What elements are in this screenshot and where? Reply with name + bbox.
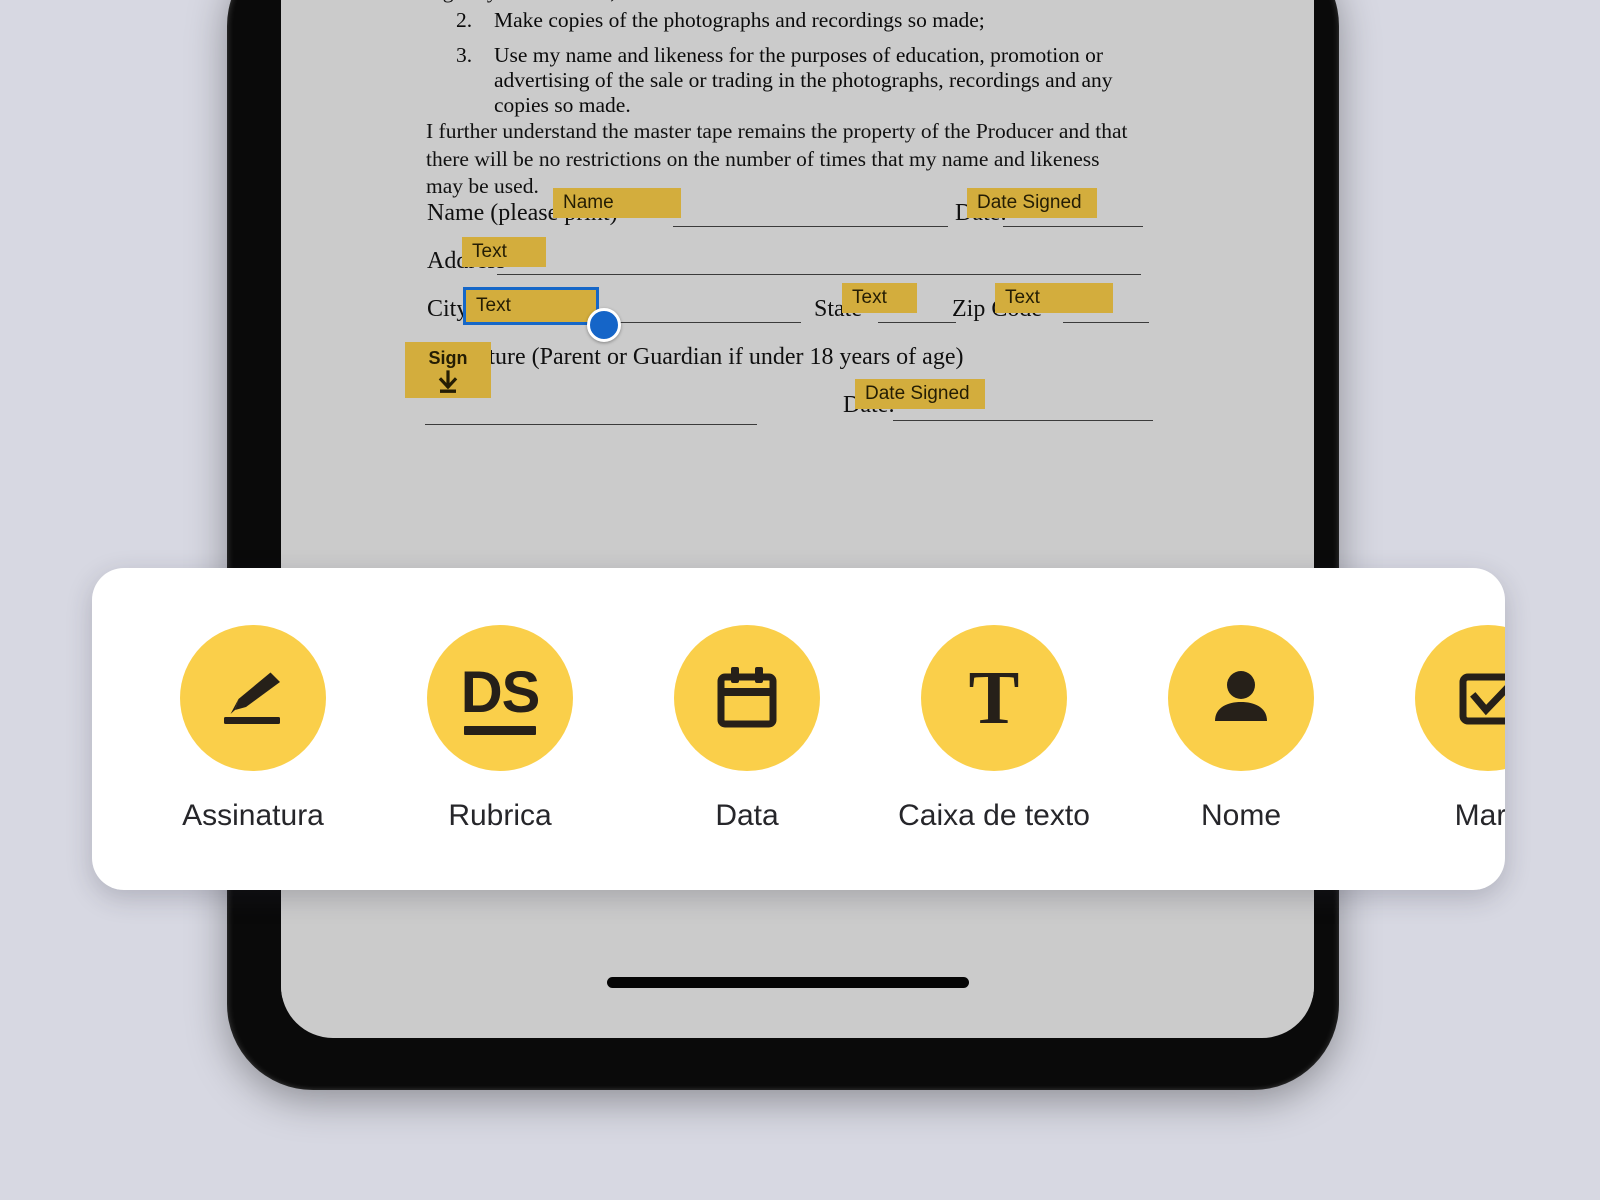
tool-label: Data <box>715 799 779 832</box>
field-line-name <box>673 226 948 227</box>
pen-signature-icon <box>224 672 280 724</box>
field-tag-city-selected[interactable]: Text <box>463 287 599 326</box>
field-tag-address[interactable]: Text <box>462 237 546 268</box>
tool-icon-circle: DS <box>427 625 573 771</box>
field-line-zip <box>1063 322 1149 323</box>
field-tag-sign[interactable]: Sign <box>405 342 491 398</box>
tool-item-assinatura[interactable]: Assinatura <box>166 625 340 833</box>
home-indicator <box>607 977 969 988</box>
list-item: 3. Use my name and likeness for the purp… <box>426 43 1116 118</box>
tool-item-nome[interactable]: Nome <box>1154 625 1328 833</box>
field-tag-state[interactable]: Text <box>842 283 917 314</box>
field-tag-sign-label: Sign <box>428 348 468 368</box>
tool-icon-circle: T <box>921 625 1067 771</box>
checkbox-check-icon <box>1459 673 1505 725</box>
list-item-text: Make copies of the photographs and recor… <box>494 8 985 32</box>
field-tag-zip[interactable]: Text <box>995 283 1113 314</box>
field-resize-handle[interactable] <box>587 308 621 342</box>
list-item-number: 2. <box>456 8 473 32</box>
tool-item-marcar[interactable]: Marc <box>1401 625 1505 833</box>
document-paragraph-continued: production mentioned above, whether by f… <box>426 0 1106 5</box>
field-tag-date-signed-1[interactable]: Date Signed <box>967 188 1097 219</box>
field-line-date-2 <box>893 420 1153 421</box>
field-tag-name[interactable]: Name <box>553 188 681 219</box>
field-line-signature <box>425 424 757 425</box>
tool-label: Nome <box>1200 799 1282 832</box>
list-item-number: 3. <box>456 43 473 67</box>
person-icon <box>1215 671 1267 721</box>
field-line-state <box>878 322 956 323</box>
tool-list[interactable]: Assinatura DS Rubrica Data T Caixa de te… <box>92 568 1505 890</box>
field-line-date-1 <box>1003 226 1143 227</box>
calendar-icon <box>717 667 777 728</box>
sign-down-arrow-icon <box>438 370 458 394</box>
tool-icon-circle <box>180 625 326 771</box>
tool-item-data[interactable]: Data <box>660 625 834 833</box>
tool-picker-sheet: Assinatura DS Rubrica Data T Caixa de te… <box>92 568 1505 890</box>
list-item-text: Use my name and likeness for the purpose… <box>494 43 1113 117</box>
text-box-icon: T <box>968 656 1020 740</box>
initials-underline-icon <box>464 726 536 735</box>
tool-label: Caixa de texto <box>898 799 1090 832</box>
initials-ds-icon: DS <box>460 660 541 725</box>
field-line-address <box>497 274 1141 275</box>
tool-label: Rubrica <box>448 799 552 832</box>
tool-item-rubrica[interactable]: DS Rubrica <box>413 625 587 833</box>
field-label-signature: iganture (Parent or Guardian if under 18… <box>447 344 964 370</box>
tool-label: Marc <box>1454 799 1505 832</box>
field-tag-date-signed-2[interactable]: Date Signed <box>855 379 985 410</box>
document-numbered-list: 2. Make copies of the photographs and re… <box>426 8 1116 128</box>
tool-icon-circle <box>1168 625 1314 771</box>
tool-icon-circle <box>1415 625 1505 771</box>
tool-label: Assinatura <box>182 799 324 832</box>
list-item: 2. Make copies of the photographs and re… <box>426 8 1116 33</box>
tool-icon-circle <box>674 625 820 771</box>
tool-item-caixa-de-texto[interactable]: T Caixa de texto <box>898 625 1090 833</box>
